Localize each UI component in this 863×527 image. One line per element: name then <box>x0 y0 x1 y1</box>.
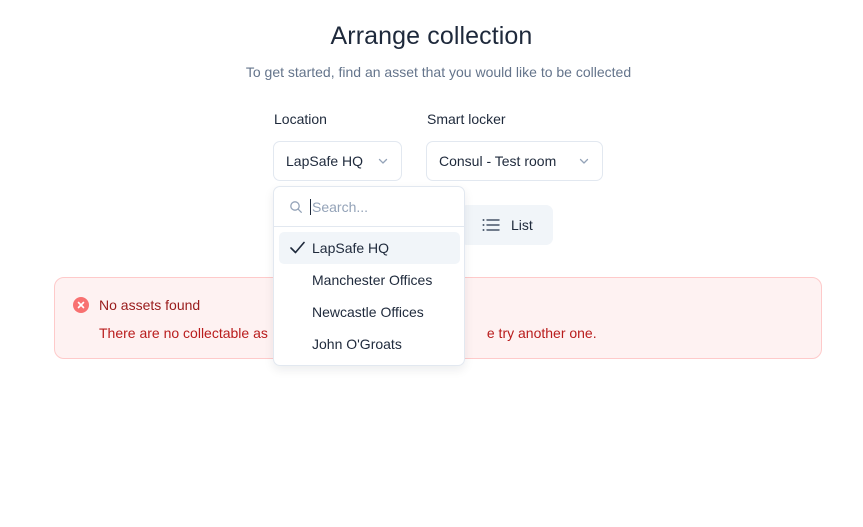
dropdown-search-input[interactable] <box>310 198 460 215</box>
dropdown-option[interactable]: Newcastle Offices <box>279 296 460 328</box>
dropdown-option-label: John O'Groats <box>312 336 402 352</box>
list-view-label: List <box>511 217 533 233</box>
check-icon <box>290 241 305 254</box>
page-subtitle: To get started, find an asset that you w… <box>245 64 632 80</box>
location-label: Location <box>274 111 327 127</box>
dropdown-search-row <box>274 187 464 227</box>
location-dropdown: LapSafe HQ Manchester Offices Newcastle … <box>273 186 465 366</box>
list-view-button[interactable]: List <box>460 205 553 245</box>
x-circle-icon <box>73 297 89 313</box>
page-title: Arrange collection <box>330 22 533 50</box>
smart-locker-select[interactable]: Consul - Test room <box>426 141 603 181</box>
alert-title: No assets found <box>99 297 201 313</box>
smart-locker-label: Smart locker <box>427 111 506 127</box>
smart-locker-select-value: Consul - Test room <box>439 153 557 169</box>
location-select-value: LapSafe HQ <box>286 153 364 169</box>
chevron-down-icon <box>377 155 389 167</box>
location-select[interactable]: LapSafe HQ <box>273 141 402 181</box>
dropdown-option-label: Newcastle Offices <box>312 304 424 320</box>
list-icon <box>482 218 500 232</box>
dropdown-option[interactable]: LapSafe HQ <box>279 232 460 264</box>
dropdown-option[interactable]: Manchester Offices <box>279 264 460 296</box>
alert-message-right: e try another one. <box>486 325 597 341</box>
dropdown-option-label: LapSafe HQ <box>312 240 390 256</box>
dropdown-option-label: Manchester Offices <box>312 272 433 288</box>
search-icon <box>289 200 303 214</box>
dropdown-option[interactable]: John O'Groats <box>279 328 460 360</box>
alert-message-left: There are no collectable as <box>99 325 268 341</box>
chevron-down-icon <box>578 155 590 167</box>
